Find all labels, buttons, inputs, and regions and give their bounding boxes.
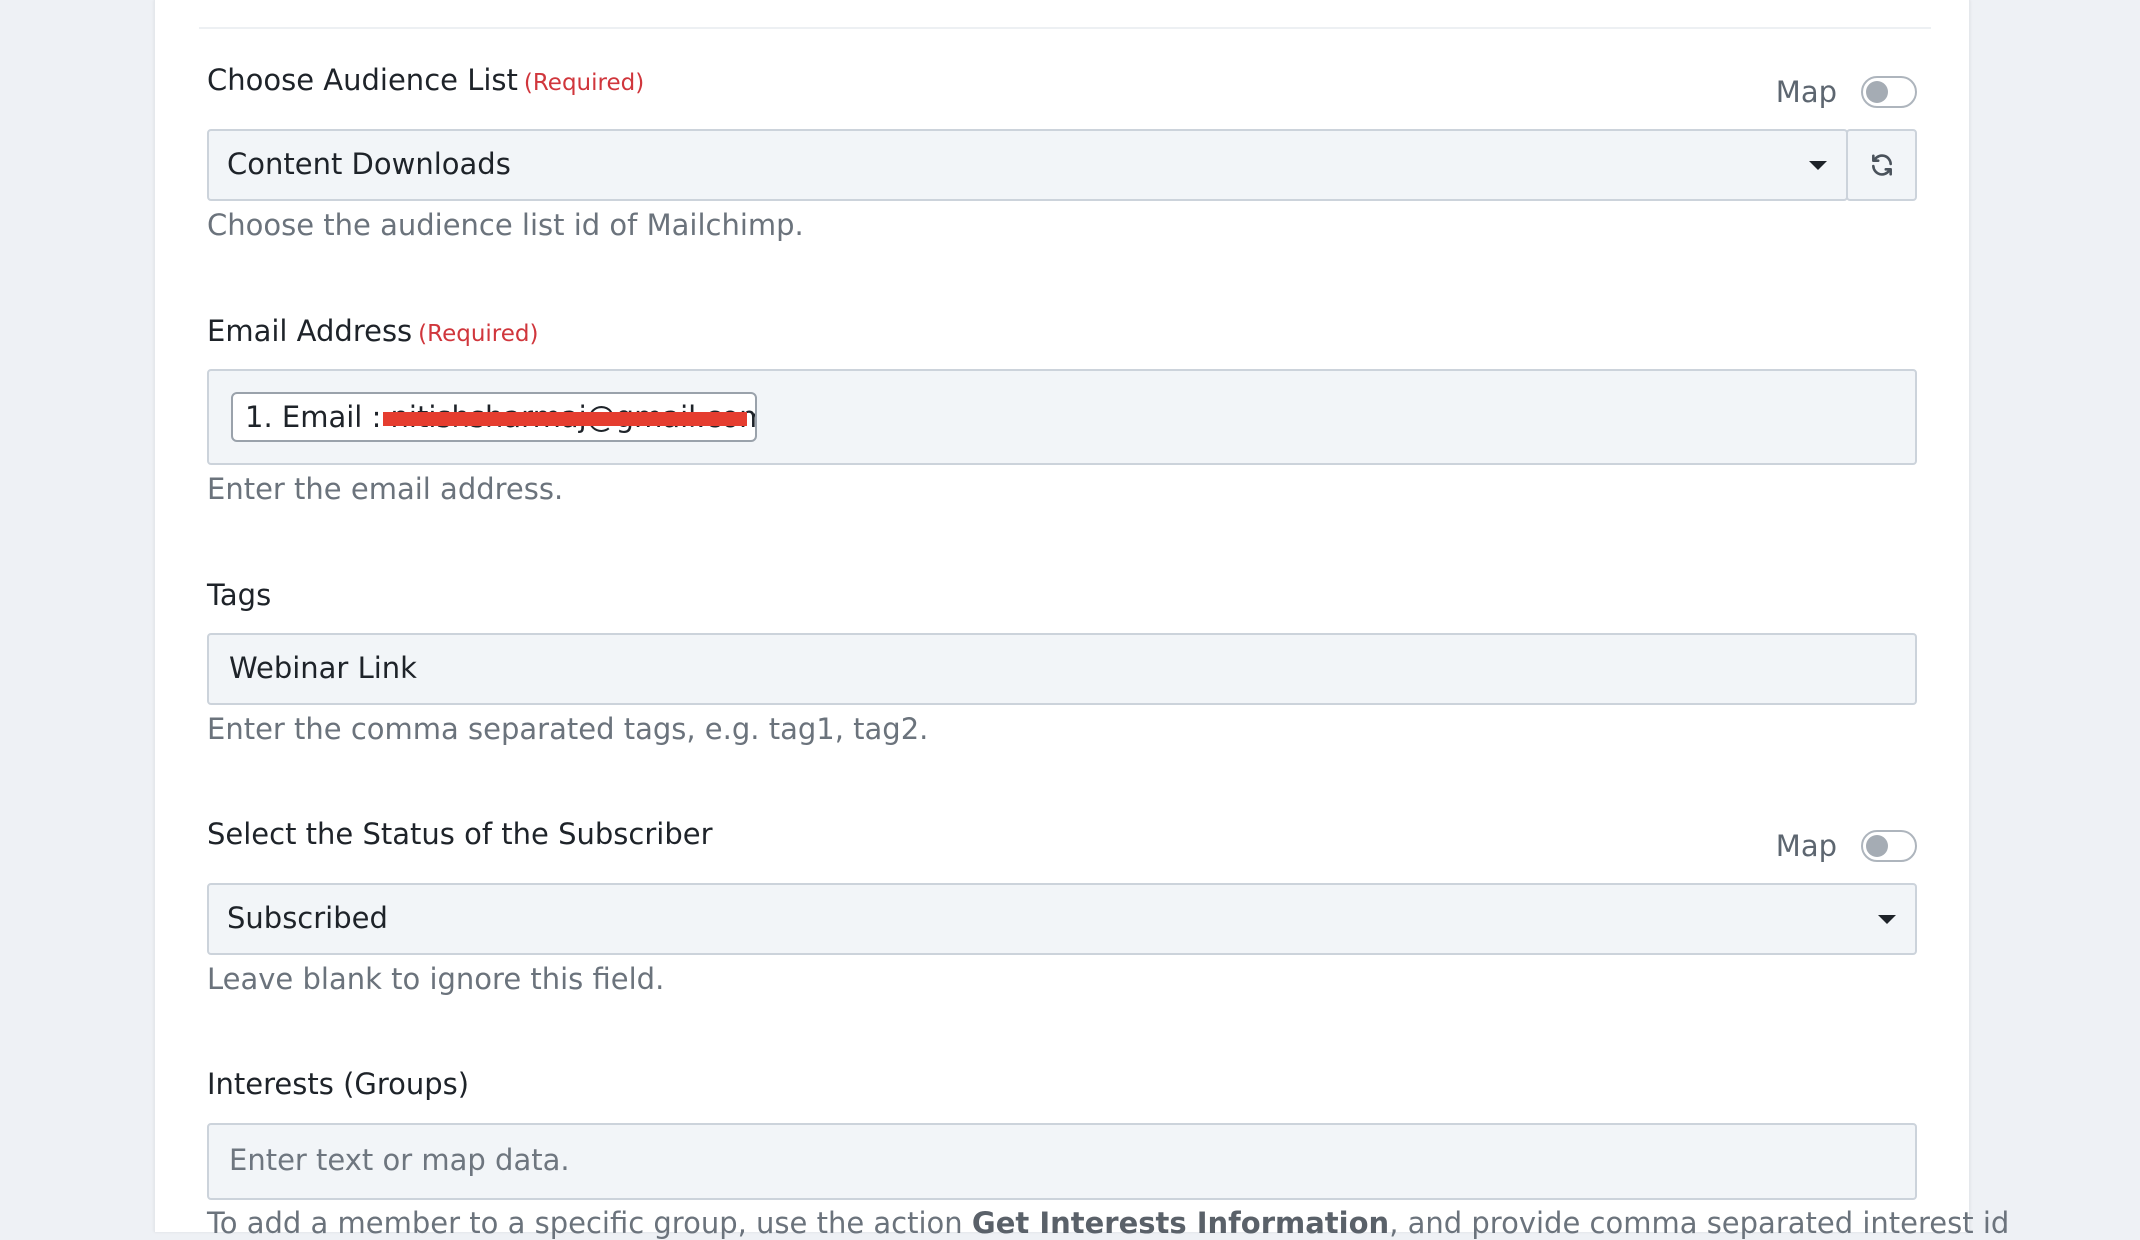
email-address-field: Email Address(Required) 1. Email : nitis… xyxy=(207,313,1917,513)
audience-list-select[interactable]: Content Downloads xyxy=(207,129,1848,201)
map-label: Map xyxy=(1775,829,1837,863)
interests-field: Interests (Groups) Enter text or map dat… xyxy=(207,1066,2009,1240)
tags-help: Enter the comma separated tags, e.g. tag… xyxy=(207,712,929,746)
tags-input[interactable]: Webinar Link xyxy=(207,633,1917,705)
email-address-input[interactable]: 1. Email : nitishsharmaj@gmail.com xyxy=(207,369,1917,465)
subscriber-status-help: Leave blank to ignore this field. xyxy=(207,962,665,996)
interests-help-prefix: To add a member to a specific group, use… xyxy=(207,1206,972,1240)
get-interests-information-text: Get Interests Information xyxy=(971,1206,1390,1240)
status-map-control: Map xyxy=(1776,826,1917,866)
subscriber-status-label: Select the Status of the Subscriber xyxy=(207,817,713,851)
subscriber-status-select[interactable]: Subscribed xyxy=(207,883,1917,955)
subscriber-status-selected-value: Subscribed xyxy=(227,901,388,935)
mapped-email-chip[interactable]: 1. Email : nitishsharmaj@gmail.com xyxy=(231,392,757,442)
interests-input[interactable]: Enter text or map data. xyxy=(207,1123,1917,1200)
tags-field: Tags Webinar Link Enter the comma separa… xyxy=(207,577,1917,757)
status-map-toggle[interactable] xyxy=(1861,830,1917,862)
refresh-icon xyxy=(1871,154,1892,176)
map-label: Map xyxy=(1775,75,1837,109)
audience-list-selected-value: Content Downloads xyxy=(227,147,511,181)
audience-list-help: Choose the audience list id of Mailchimp… xyxy=(207,208,804,242)
caret-down-icon xyxy=(1809,161,1827,170)
email-address-label: Email Address (Required) xyxy=(207,313,538,352)
email-address-help: Enter the email address. xyxy=(207,472,564,506)
audience-list-label: Choose Audience List (Required) xyxy=(207,62,644,101)
form-panel: Choose Audience List (Required) Map Conte… xyxy=(154,0,2009,1240)
toggle-knob xyxy=(1866,835,1888,857)
interests-label: Interests (Groups) xyxy=(207,1067,470,1101)
audience-list-label-text: Choose Audience List xyxy=(207,63,518,97)
audience-map-control: Map xyxy=(1776,72,1917,112)
required-marker: (Required) xyxy=(418,321,539,347)
interests-help: To add a member to a specific group, use… xyxy=(207,1206,2009,1240)
interests-placeholder: Enter text or map data. xyxy=(229,1143,570,1177)
audience-list-field: Choose Audience List (Required) Map Conte… xyxy=(207,62,1917,252)
audience-map-toggle[interactable] xyxy=(1861,76,1917,108)
redaction-bar xyxy=(383,412,747,426)
caret-down-icon xyxy=(1878,915,1896,924)
toggle-knob xyxy=(1866,81,1888,103)
subscriber-status-field: Select the Status of the Subscriber Map … xyxy=(207,816,1917,1006)
required-marker: (Required) xyxy=(523,70,645,96)
tags-input-value: Webinar Link xyxy=(229,651,417,685)
refresh-button[interactable] xyxy=(1846,129,1917,201)
interests-help-suffix: , and provide comma separated interest i… xyxy=(1389,1206,2010,1240)
section-divider xyxy=(199,27,1931,29)
tags-label: Tags xyxy=(207,578,272,612)
email-address-label-text: Email Address xyxy=(207,314,413,348)
